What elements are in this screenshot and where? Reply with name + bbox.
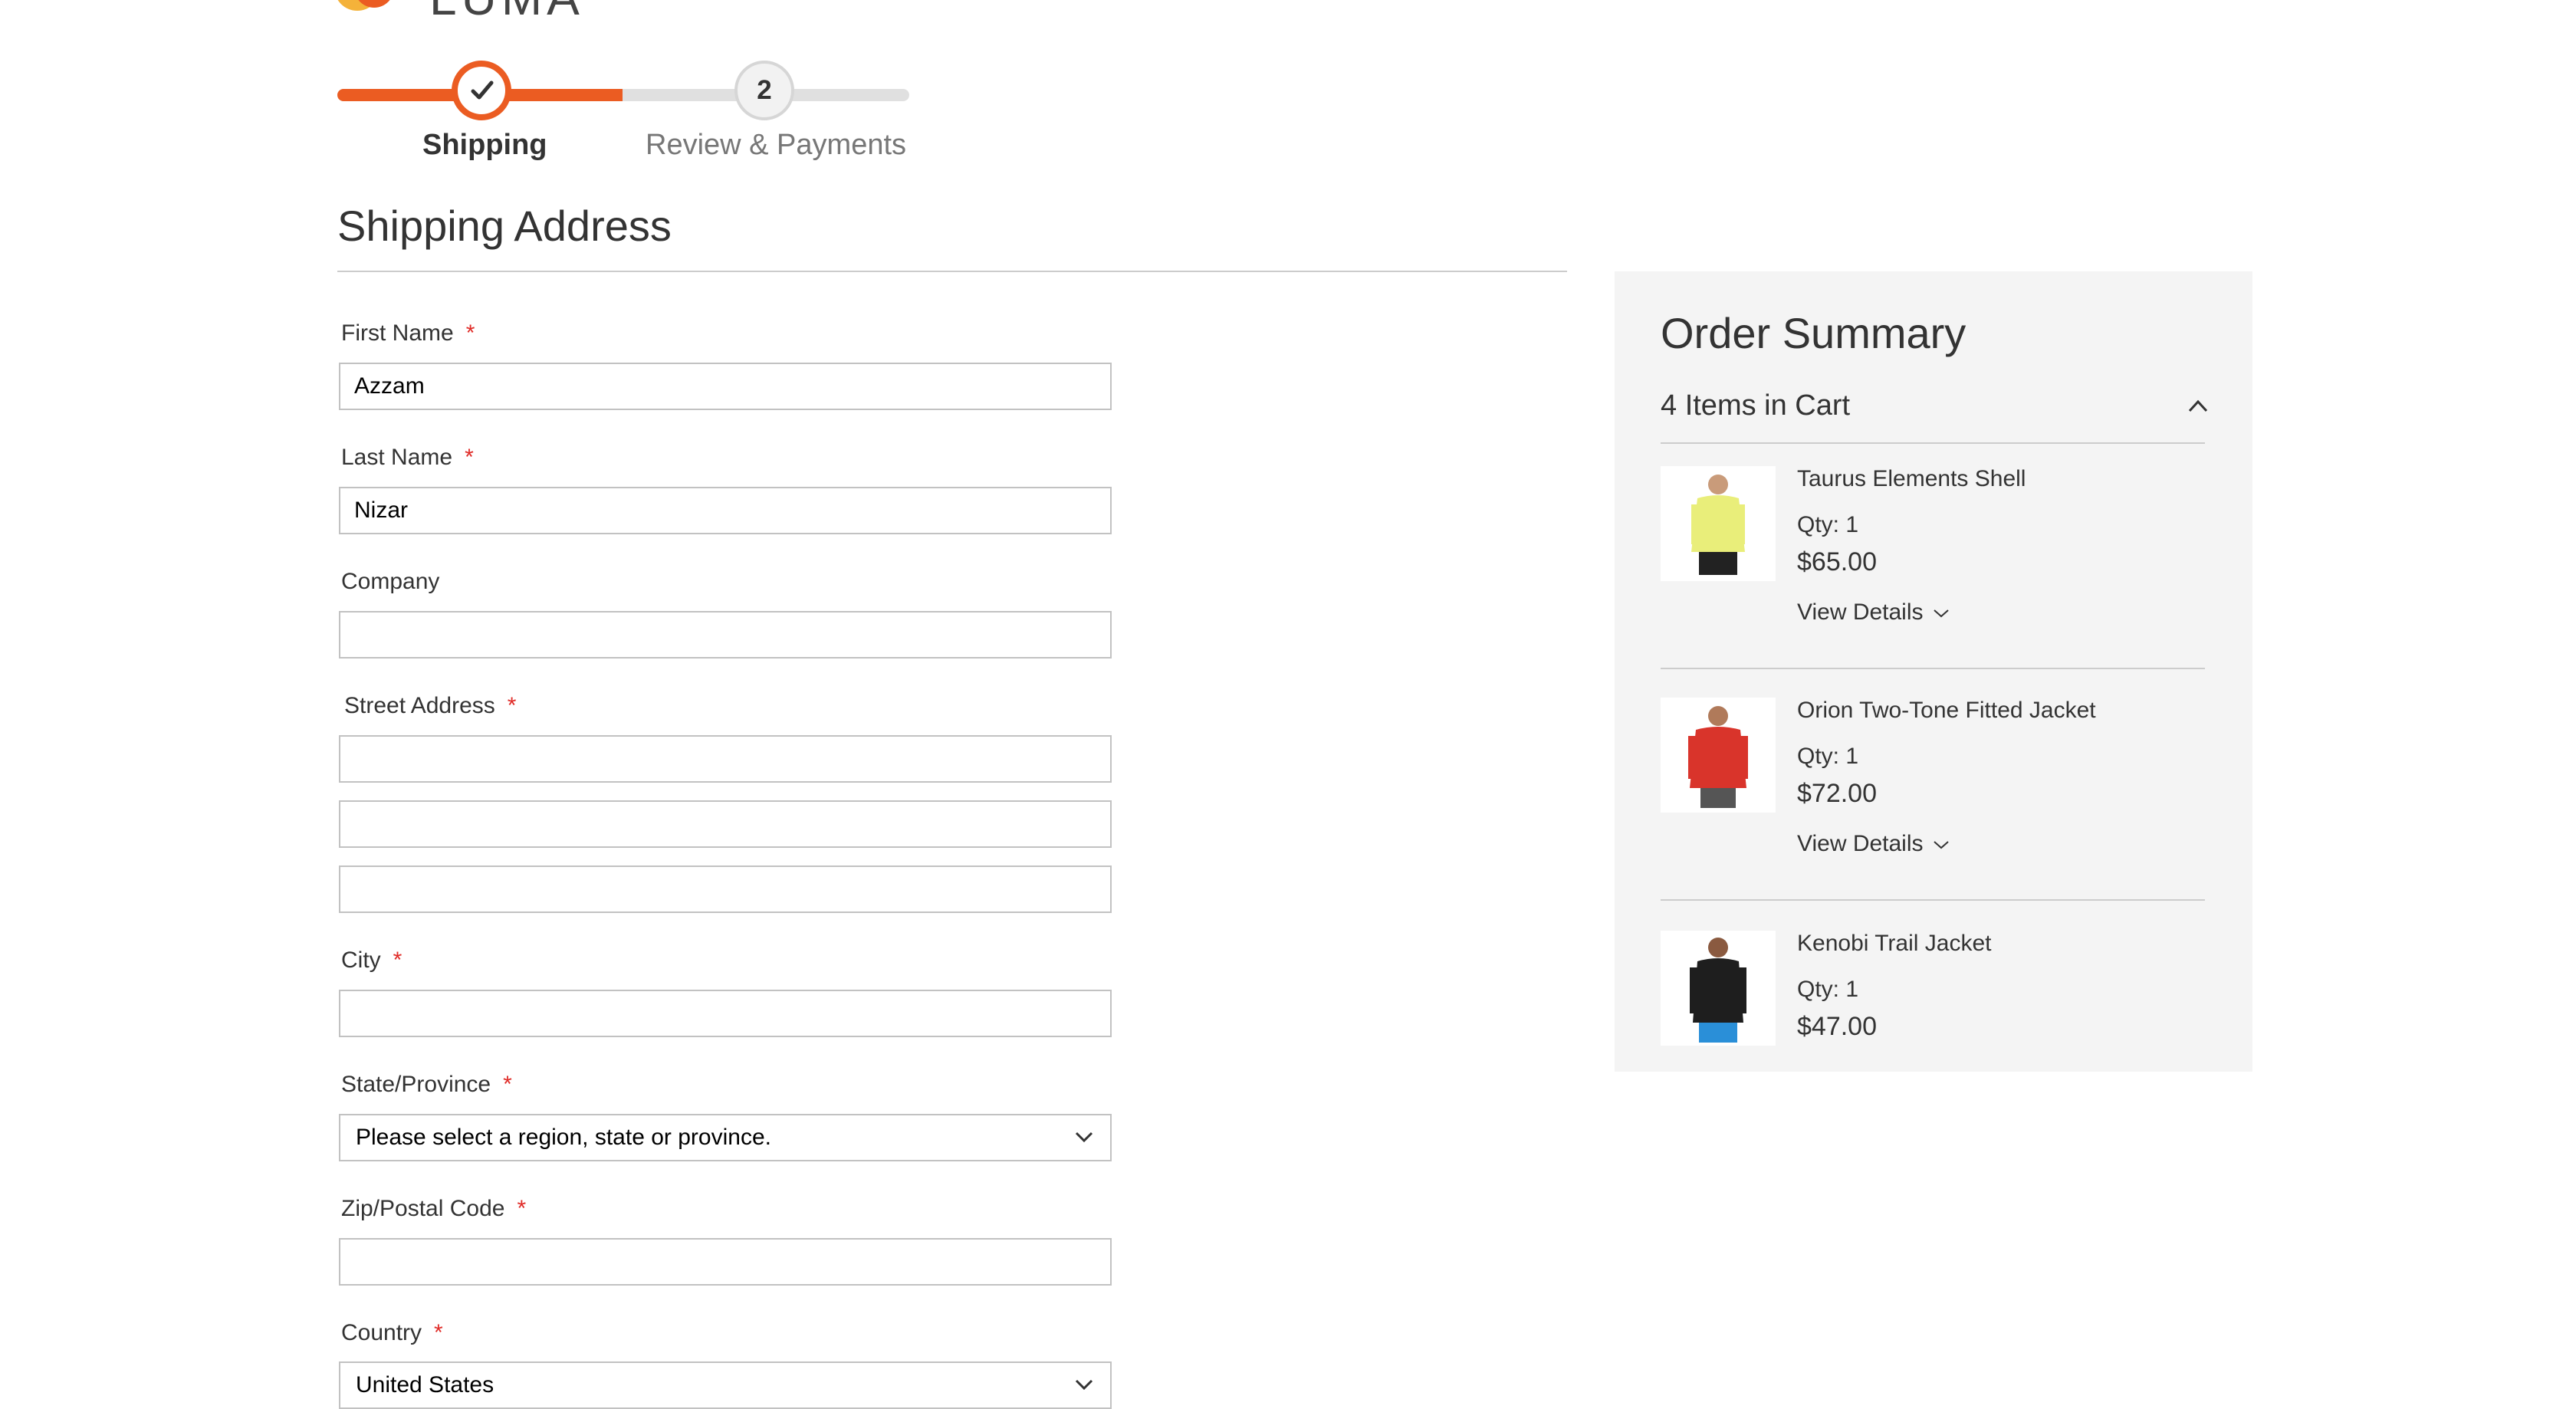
- step-review-label[interactable]: Review & Payments: [646, 129, 906, 162]
- summary-divider: [1661, 442, 2205, 444]
- chevron-down-icon: [1075, 1131, 1093, 1143]
- section-divider: [337, 271, 1567, 272]
- item-qty: Qty: 1: [1797, 744, 1859, 769]
- order-summary-title: Order Summary: [1661, 309, 1967, 357]
- item-price: $72.00: [1797, 779, 1877, 808]
- chevron-down-icon: [1933, 609, 1949, 618]
- country-select[interactable]: United States: [339, 1361, 1112, 1409]
- luma-logo-icon[interactable]: [337, 0, 408, 25]
- zip-code-label: Zip/Postal Code *: [341, 1196, 526, 1222]
- required-marker: *: [517, 1196, 527, 1221]
- city-input[interactable]: [339, 990, 1112, 1037]
- first-name-input[interactable]: [339, 363, 1112, 410]
- logo-text: LUMA: [429, 0, 584, 26]
- view-details-label: View Details: [1797, 831, 1924, 856]
- last-name-input[interactable]: [339, 487, 1112, 534]
- street-address-line1-input[interactable]: [339, 735, 1112, 783]
- required-marker: *: [503, 1072, 512, 1097]
- country-selected-value: United States: [356, 1372, 495, 1398]
- check-icon: [471, 80, 494, 100]
- state-province-select[interactable]: Please select a region, state or provinc…: [339, 1114, 1112, 1161]
- required-marker: *: [507, 693, 517, 718]
- company-label-text: Company: [341, 569, 440, 594]
- item-divider: [1661, 668, 2205, 669]
- step-review-indicator[interactable]: 2: [734, 61, 794, 120]
- item-qty: Qty: 1: [1797, 977, 1859, 1002]
- product-thumbnail[interactable]: [1661, 466, 1776, 581]
- required-marker: *: [393, 948, 402, 973]
- company-input[interactable]: [339, 611, 1112, 659]
- item-name: Orion Two-Tone Fitted Jacket: [1797, 698, 2096, 723]
- step-shipping-indicator[interactable]: [452, 61, 511, 120]
- last-name-label: Last Name *: [341, 445, 474, 471]
- shipping-address-title: Shipping Address: [337, 202, 672, 250]
- view-details-label: View Details: [1797, 599, 1924, 625]
- item-price: $65.00: [1797, 547, 1877, 576]
- country-label-text: Country: [341, 1320, 422, 1345]
- street-address-label: Street Address *: [344, 693, 516, 719]
- chevron-up-icon[interactable]: [2187, 397, 2210, 415]
- items-in-cart-toggle[interactable]: 4 Items in Cart: [1661, 389, 1850, 422]
- zip-code-label-text: Zip/Postal Code: [341, 1196, 505, 1221]
- item-name: Taurus Elements Shell: [1797, 466, 2026, 491]
- company-label: Company: [341, 569, 439, 595]
- product-thumbnail[interactable]: [1661, 931, 1776, 1046]
- required-marker: *: [465, 445, 474, 470]
- zip-code-input[interactable]: [339, 1238, 1112, 1286]
- first-name-label-text: First Name: [341, 320, 454, 346]
- city-label-text: City: [341, 948, 381, 973]
- first-name-label: First Name *: [341, 320, 475, 347]
- item-name: Kenobi Trail Jacket: [1797, 931, 1992, 956]
- view-details-toggle[interactable]: View Details: [1797, 831, 1950, 857]
- city-label: City *: [341, 948, 402, 974]
- state-province-label-text: State/Province: [341, 1072, 491, 1097]
- chevron-down-icon: [1075, 1379, 1093, 1391]
- last-name-label-text: Last Name: [341, 445, 453, 470]
- street-address-line2-input[interactable]: [339, 800, 1112, 848]
- step-shipping-label[interactable]: Shipping: [422, 129, 547, 162]
- required-marker: *: [434, 1320, 443, 1345]
- item-qty: Qty: 1: [1797, 512, 1859, 537]
- view-details-toggle[interactable]: View Details: [1797, 599, 1950, 626]
- required-marker: *: [465, 320, 475, 346]
- item-divider: [1661, 899, 2205, 901]
- item-price: $47.00: [1797, 1012, 1877, 1041]
- country-label: Country *: [341, 1320, 443, 1346]
- state-province-label: State/Province *: [341, 1072, 512, 1098]
- chevron-down-icon: [1933, 841, 1949, 849]
- street-address-label-text: Street Address: [344, 693, 495, 718]
- state-province-selected-value: Please select a region, state or provinc…: [356, 1125, 771, 1150]
- product-thumbnail[interactable]: [1661, 698, 1776, 813]
- street-address-line3-input[interactable]: [339, 865, 1112, 913]
